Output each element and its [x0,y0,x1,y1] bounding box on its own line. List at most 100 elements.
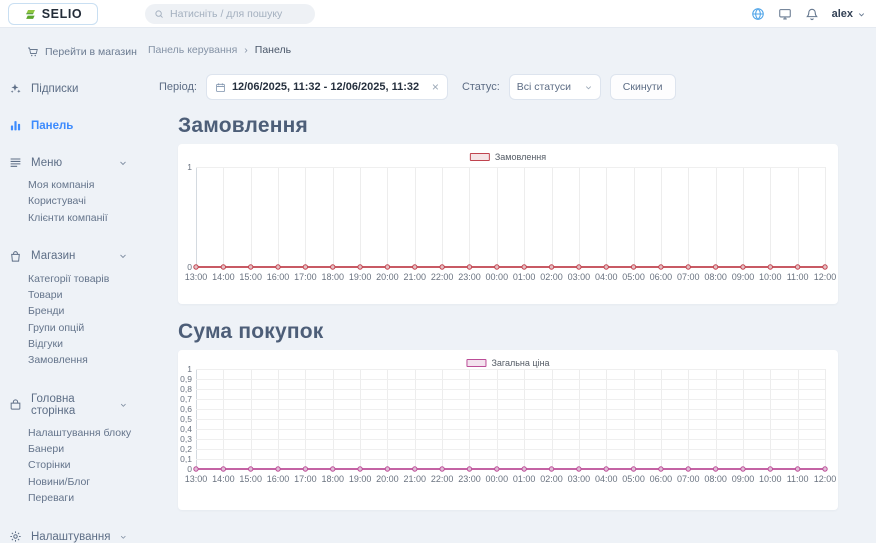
sidebar-subitem[interactable]: Сторінки [0,457,140,473]
status-select[interactable]: Всі статуси [509,74,601,100]
data-point-marker [303,467,307,471]
go-to-store-label: Перейти в магазин [45,46,137,58]
sidebar-item-menu[interactable]: Меню [0,156,140,169]
chevron-down-icon [119,532,128,542]
search-icon [154,9,164,19]
notifications-bell-icon[interactable] [805,7,819,21]
chevron-down-icon [857,10,866,19]
sidebar-submenu-homepage: Налаштування блокуБанериСторінкиНовини/Б… [0,425,140,506]
data-point-marker [331,467,335,471]
logo[interactable]: SELIO [8,3,98,25]
y-tick-label: 1 [187,364,192,374]
breadcrumb-dashboard[interactable]: Панель керування [148,44,237,56]
reset-button[interactable]: Скинути [610,74,676,100]
menu-icon [9,156,22,169]
x-tick-label: 17:00 [294,474,317,484]
data-point-marker [577,265,581,269]
x-tick-label: 15:00 [239,272,262,282]
data-point-marker [385,265,389,269]
sidebar-item-dashboard[interactable]: Панель [0,119,140,132]
data-point-marker [248,265,252,269]
data-point-marker [549,265,553,269]
cart-icon [27,46,39,58]
x-tick-label: 05:00 [622,272,645,282]
calendar-icon [215,82,226,93]
main-content: Панель керування › Панель Період: 12/06/… [140,28,876,480]
sidebar-subitem[interactable]: Моя компанія [0,177,140,193]
data-point-marker [276,265,280,269]
x-tick-label: 22:00 [431,272,454,282]
data-point-marker [659,265,663,269]
sidebar-subitem[interactable]: Налаштування блоку [0,425,140,441]
sidebar-subitem[interactable]: Банери [0,441,140,457]
sidebar-subitem[interactable]: Бренди [0,303,140,319]
data-point-marker [741,265,745,269]
sidebar-nav: Підписки Панель Меню Моя компаніяКористувач… [0,82,140,543]
x-tick-label: 01:00 [513,474,536,484]
data-point-marker [823,265,827,269]
selio-logo-icon [24,8,37,21]
sparkles-icon [9,82,22,95]
sidebar-subitem[interactable]: Переваги [0,490,140,506]
x-tick-label: 08:00 [704,272,727,282]
sidebar-subitem[interactable]: Категорії товарів [0,271,140,287]
home-icon [9,398,22,411]
purchases-section-title: Сума покупок [178,320,876,344]
sidebar-item-settings[interactable]: Налаштування [0,530,140,543]
data-point-marker [631,467,635,471]
chart-legend[interactable]: Загальна ціна [466,358,549,368]
x-tick-label: 13:00 [185,474,208,484]
language-globe-icon[interactable] [751,7,765,21]
x-tick-label: 16:00 [267,272,290,282]
data-point-marker [631,265,635,269]
sidebar-item-label: Меню [31,157,62,169]
x-tick-label: 09:00 [732,272,755,282]
x-tick-label: 03:00 [568,272,591,282]
clear-period-icon[interactable]: × [432,81,439,93]
sidebar-subitem[interactable]: Товари [0,287,140,303]
chevron-down-icon [118,158,128,168]
total-price-chart: Загальна ціна13:0014:0015:0016:0017:0018… [178,350,838,510]
user-menu[interactable]: alex [832,8,866,20]
status-label: Статус: [462,81,500,93]
data-point-marker [303,265,307,269]
data-point-marker [413,265,417,269]
go-to-store-link[interactable]: Перейти в магазин [0,46,140,58]
data-point-marker [795,467,799,471]
data-point-marker [741,467,745,471]
chevron-down-icon [584,83,593,92]
sidebar-subitem[interactable]: Замовлення [0,352,140,368]
sidebar-item-shop[interactable]: Магазин [0,250,140,263]
data-point-marker [194,467,198,471]
y-tick-label: 0,8 [180,384,192,394]
data-point-marker [221,265,225,269]
chevron-down-icon [119,400,128,410]
data-point-marker [768,467,772,471]
sidebar-subitem[interactable]: Новини/Блог [0,474,140,490]
header-actions: alex [751,0,866,28]
x-tick-label: 02:00 [540,474,563,484]
data-point-marker [495,265,499,269]
data-point-marker [194,265,198,269]
x-tick-label: 17:00 [294,272,317,282]
sidebar-subitem[interactable]: Користувачі [0,193,140,209]
data-point-marker [358,467,362,471]
sidebar-subitem[interactable]: Клієнти компанії [0,210,140,226]
data-point-marker [823,467,827,471]
data-point-marker [467,467,471,471]
monitor-icon[interactable] [778,7,792,21]
sidebar-item-label: Підписки [31,83,78,95]
chart-legend[interactable]: Замовлення [470,152,546,162]
x-tick-label: 00:00 [486,474,509,484]
y-tick-label: 0,4 [180,424,192,434]
search-input[interactable]: Натисніть / для пошуку [145,4,315,24]
x-tick-label: 18:00 [321,474,344,484]
x-tick-label: 03:00 [568,474,591,484]
series-line [196,369,825,469]
sidebar-item-homepage[interactable]: Головна сторінка [0,393,140,417]
sidebar-subitem[interactable]: Групи опцій [0,320,140,336]
sidebar-subitem[interactable]: Відгуки [0,336,140,352]
x-tick-label: 14:00 [212,272,235,282]
sidebar-item-subscriptions[interactable]: Підписки [0,82,140,95]
period-input[interactable]: 12/06/2025, 11:32 - 12/06/2025, 11:32 × [206,74,448,100]
